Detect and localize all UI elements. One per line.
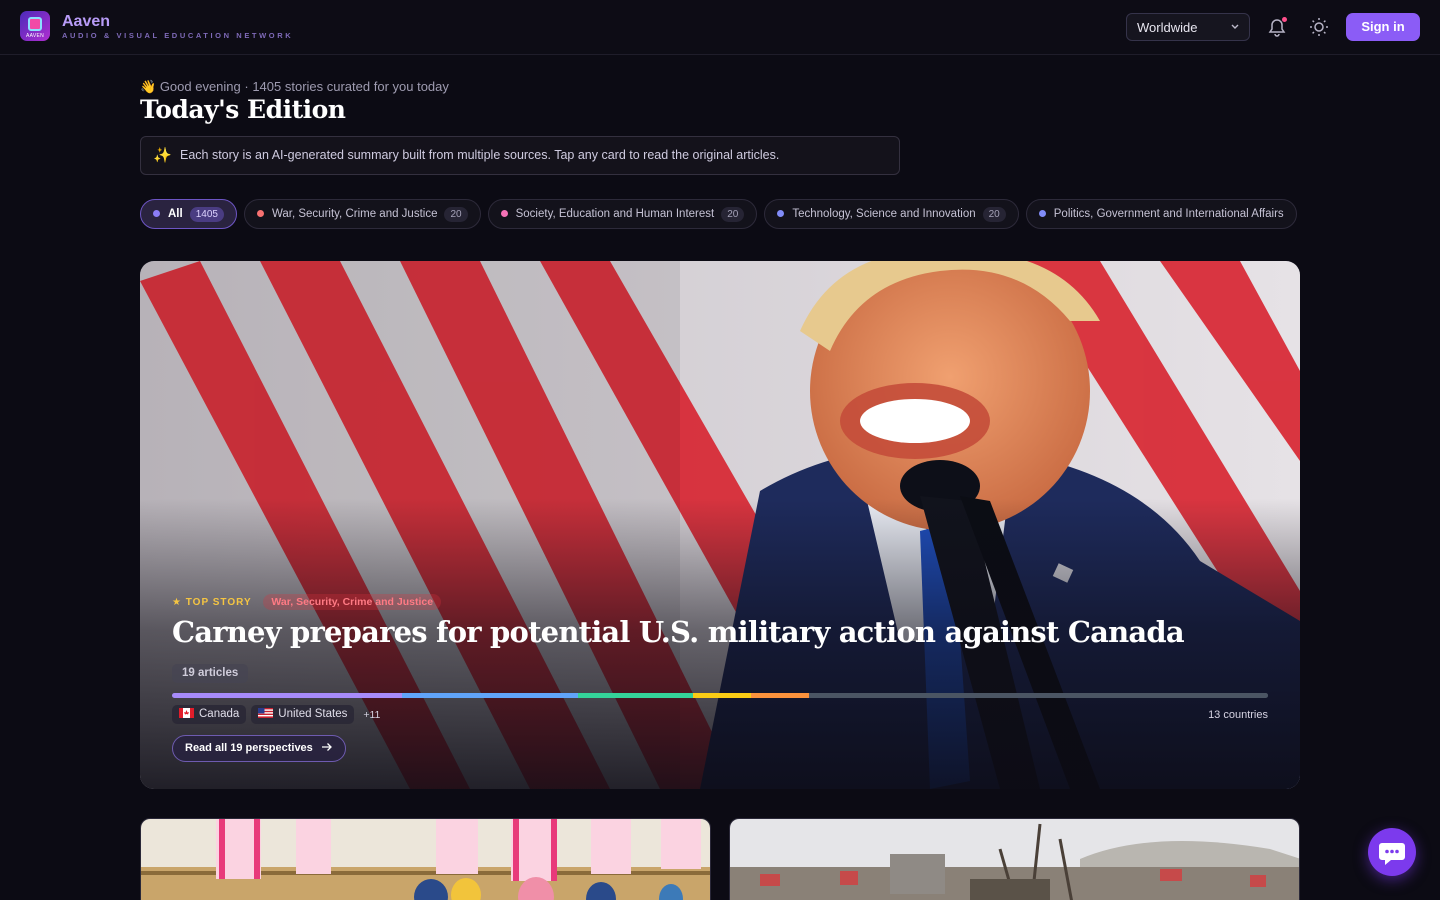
story-headline[interactable]: Carney prepares for potential U.S. milit… (172, 615, 1185, 649)
story-card[interactable] (729, 818, 1300, 900)
greeting: 👋 Good evening · 1405 stories curated fo… (140, 79, 449, 95)
country-chip-united-states[interactable]: United States (251, 705, 355, 724)
top-story-card[interactable]: ★ TOP STORY War, Security, Crime and Jus… (140, 261, 1300, 789)
country-name: Canada (199, 708, 240, 720)
story-card-image (141, 819, 710, 900)
page-title: Today's Edition (140, 95, 346, 124)
country-name: United States (278, 708, 348, 720)
story-category-badge[interactable]: War, Security, Crime and Justice (263, 594, 442, 610)
category-label: All (168, 208, 183, 220)
top-story-label: ★ TOP STORY (172, 597, 252, 608)
story-badges: ★ TOP STORY War, Security, Crime and Jus… (172, 594, 442, 610)
read-perspectives-label: Read all 19 perspectives (185, 742, 313, 754)
category-chip-society-education[interactable]: Society, Education and Human Interest 20 (487, 199, 758, 229)
story-card-image (730, 819, 1299, 900)
country-list: Canada United States +11 (172, 705, 380, 724)
category-chip-all[interactable]: All 1405 (140, 199, 237, 229)
notice-text: Each story is an AI-generated summary bu… (180, 148, 780, 162)
app-logo[interactable]: AAVEN (20, 11, 50, 41)
category-dot (153, 210, 160, 217)
chat-assistant-button[interactable] (1368, 828, 1416, 876)
category-dot (500, 210, 508, 217)
category-dot (256, 210, 264, 217)
category-dot (1038, 210, 1046, 217)
category-count: 20 (721, 207, 745, 222)
chevron-down-icon (1231, 24, 1239, 29)
article-count-badge: 19 articles (172, 664, 249, 683)
category-count: 20 (444, 207, 468, 222)
category-label: Technology, Science and Innovation (792, 208, 976, 220)
country-chip-canada[interactable]: Canada (172, 705, 247, 724)
read-perspectives-button[interactable]: Read all 19 perspectives (172, 735, 346, 762)
category-label: Society, Education and Human Interest (515, 208, 715, 220)
greeting-text: Good evening · 1405 stories curated for … (159, 79, 449, 94)
region-select[interactable]: Worldwide (1126, 13, 1250, 41)
theme-toggle-button[interactable] (1309, 17, 1329, 37)
notification-dot (1282, 17, 1287, 22)
top-bar: AAVEN Aaven AUDIO & VISUAL EDUCATION NET… (0, 0, 1440, 55)
chat-bubble-icon (1379, 843, 1405, 865)
canada-flag-icon (179, 708, 194, 718)
category-chip-politics-government[interactable]: Politics, Government and International A… (1025, 199, 1297, 229)
category-chip-war-security[interactable]: War, Security, Crime and Justice 20 (243, 199, 481, 229)
spectrum-segment (577, 693, 693, 698)
category-chip-technology-science[interactable]: Technology, Science and Innovation 20 (764, 199, 1019, 229)
sign-in-button[interactable]: Sign in (1346, 13, 1420, 41)
category-count: 1405 (189, 207, 224, 222)
wave-emoji-icon: 👋 (140, 79, 157, 94)
category-count: 20 (982, 207, 1006, 222)
story-card[interactable] (140, 818, 711, 900)
category-label: Politics, Government and International A… (1053, 208, 1284, 220)
more-countries-count[interactable]: +11 (363, 706, 380, 725)
spectrum-segment (692, 693, 751, 698)
region-value: Worldwide (1137, 20, 1198, 35)
category-filter-bar: All 1405 War, Security, Crime and Justice… (140, 199, 1300, 230)
spectrum-segment (750, 693, 809, 698)
spectrum-segment (402, 693, 578, 698)
logo-text: AAVEN (25, 33, 45, 39)
sparkles-icon: ✨ (153, 147, 172, 164)
spectrum-segment (172, 693, 403, 698)
brand-tagline: AUDIO & VISUAL EDUCATION NETWORK (62, 31, 294, 40)
brand-name[interactable]: Aaven (62, 13, 110, 31)
source-spectrum-bar (172, 693, 1268, 698)
arrow-right-icon (321, 743, 332, 751)
sun-icon (1310, 18, 1328, 36)
category-label: War, Security, Crime and Justice (271, 208, 438, 220)
category-dot (777, 210, 785, 217)
spectrum-segment (808, 693, 1268, 698)
country-total: 13 countries (1208, 709, 1268, 721)
notifications-button[interactable] (1268, 17, 1287, 37)
us-flag-icon (258, 708, 274, 718)
ai-summary-notice: ✨ Each story is an AI-generated summary … (140, 136, 900, 175)
